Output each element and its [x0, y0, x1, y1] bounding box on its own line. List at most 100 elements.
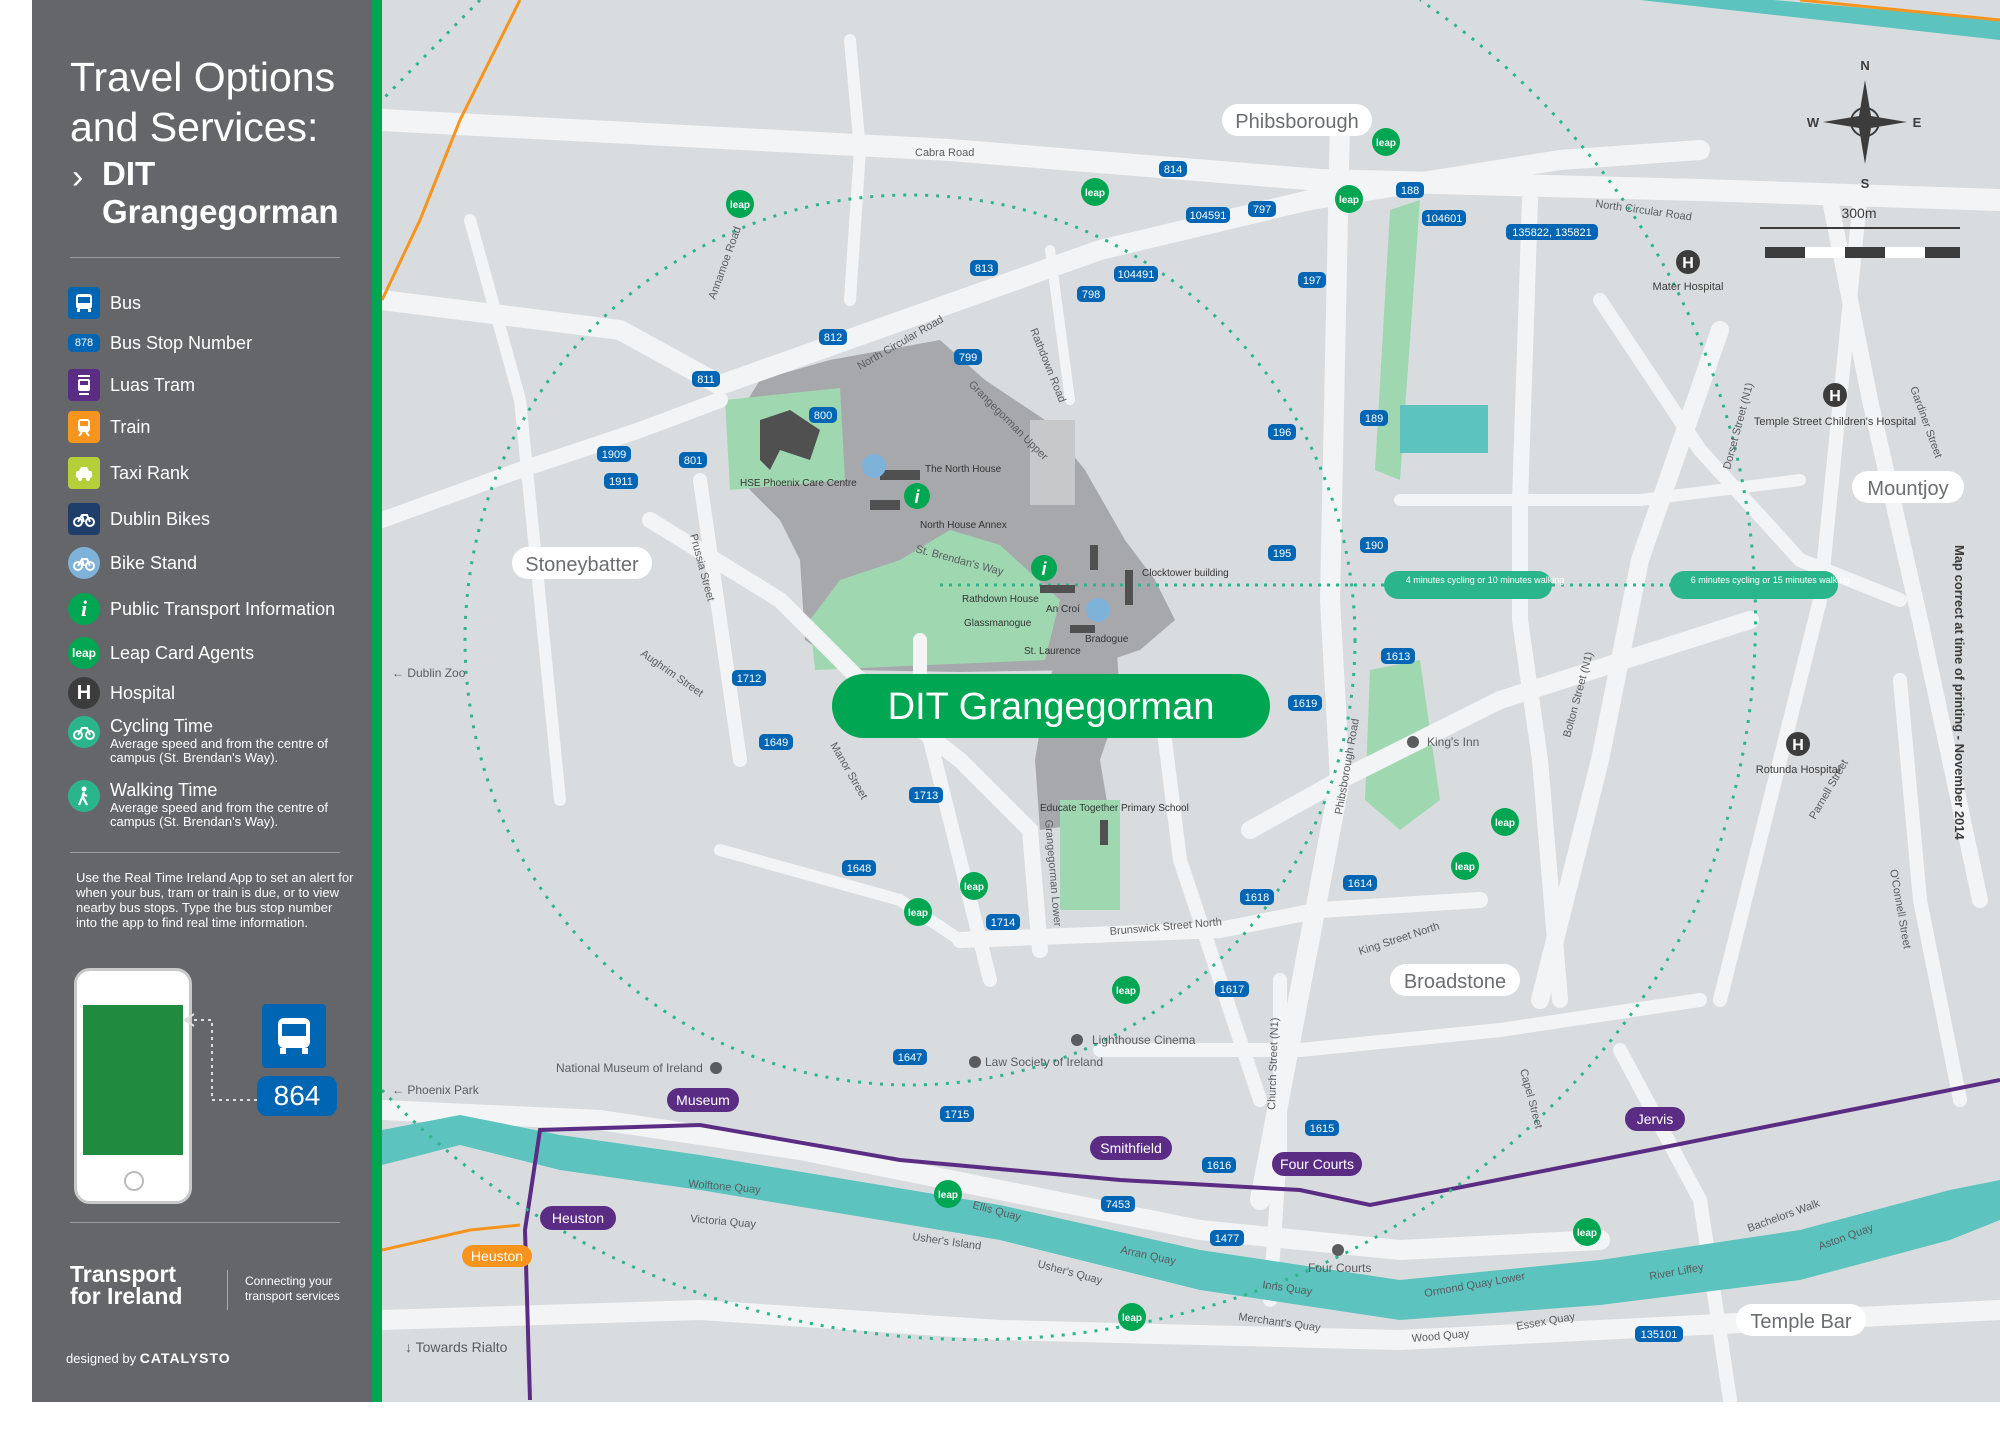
bus-stop[interactable]: 197 [1298, 272, 1326, 288]
place-label: Bradogue [1085, 634, 1129, 645]
bus-stop[interactable]: 813 [970, 260, 998, 276]
title-line-2: and Services: [70, 104, 319, 150]
bike-stand-icon [862, 454, 886, 478]
leap-icon: leap [1339, 195, 1359, 206]
legend-label: Bus Stop Number [110, 332, 253, 353]
compass-e: E [1913, 115, 1922, 130]
bus-stop[interactable]: 800 [809, 407, 837, 423]
bus-stop-number: 190 [1365, 540, 1383, 552]
bus-icon [68, 287, 100, 319]
bus-stop-number: 1614 [1348, 878, 1372, 890]
map[interactable]: DIT Grangegorman Phibsborough Stoneybatt… [382, 0, 2000, 1402]
dublin-bikes-icon [68, 503, 100, 535]
bus-stop[interactable]: 1715 [940, 1106, 974, 1122]
bus-stop-number: 1649 [764, 737, 788, 749]
leap-icon: leap [730, 200, 750, 211]
bus-stop-number: 195 [1273, 548, 1291, 560]
bus-stop[interactable]: 195 [1268, 545, 1296, 561]
chevron-right-icon: › [72, 158, 84, 196]
designer-name: CATALYSTO [139, 1350, 231, 1366]
bus-stop[interactable]: 1619 [1288, 695, 1322, 711]
bus-stop[interactable]: 1613 [1381, 648, 1415, 664]
leap-icon: leap [1495, 818, 1515, 829]
subtitle-line-2: Grangegorman [102, 193, 339, 230]
bus-stop[interactable]: 797 [1248, 201, 1276, 217]
bus-stop-number: 1712 [737, 673, 761, 685]
bus-icon [262, 1004, 326, 1068]
app-info-text: Use the Real Time Ireland App to set an … [76, 870, 354, 930]
bus-stop-number: 189 [1365, 413, 1383, 425]
bus-stop[interactable]: 814 [1159, 161, 1187, 177]
bus-stop[interactable]: 1909 [597, 446, 631, 462]
map-canvas[interactable]: DIT Grangegorman Phibsborough Stoneybatt… [382, 0, 2000, 1402]
bus-stop-number: 798 [1082, 289, 1100, 301]
bus-stop[interactable]: 1649 [759, 734, 793, 750]
direction-dublin-zoo: ← Dublin Zoo [392, 666, 466, 680]
tfi-tagline: Connecting your transport services [245, 1274, 340, 1303]
bus-stop[interactable]: 1712 [732, 670, 766, 686]
bus-stop[interactable]: 812 [819, 329, 847, 345]
train-icon [68, 411, 100, 443]
bus-stop[interactable]: 798 [1077, 286, 1105, 302]
bus-stop[interactable]: 801 [679, 452, 707, 468]
bus-stop-number: 799 [959, 352, 977, 364]
leap-icon: leap [1116, 986, 1136, 997]
bus-stop[interactable]: 1618 [1240, 889, 1274, 905]
bus-stop[interactable]: 1616 [1202, 1157, 1236, 1173]
bus-stop[interactable]: 7453 [1101, 1196, 1135, 1212]
place-label: HSE Phoenix Care Centre [740, 478, 857, 489]
legend-leap: leap Leap Card Agents [68, 636, 254, 670]
designed-by: designed by CATALYSTO [66, 1350, 231, 1366]
bus-stop[interactable]: 188 [1396, 182, 1424, 198]
bus-stop[interactable]: 104591 [1186, 207, 1230, 223]
bus-stop-number: 1613 [1386, 651, 1410, 663]
hospital-label: Mater Hospital [1653, 281, 1724, 293]
bus-stop[interactable]: 104491 [1114, 266, 1158, 282]
bus-stop-number: 1648 [847, 863, 871, 875]
divider [70, 1222, 340, 1223]
bus-stop[interactable]: 1713 [909, 787, 943, 803]
bus-stop-number: 104591 [1190, 210, 1227, 222]
bus-stop[interactable]: 799 [954, 349, 982, 365]
sidebar-subtitle: DIT Grangegorman [102, 155, 339, 231]
bus-stop-number: 797 [1253, 204, 1271, 216]
leap-icon: leap [964, 882, 984, 893]
bus-stop-number: 1617 [1220, 984, 1244, 996]
phone-illustration [74, 968, 192, 1204]
hospital-label: Temple Street Children's Hospital [1754, 416, 1916, 428]
bus-stop[interactable]: 1714 [986, 914, 1020, 930]
bus-stop[interactable]: 1477 [1210, 1230, 1244, 1246]
bus-stop[interactable]: 135822, 135821 [1506, 224, 1598, 240]
north-house-block [1030, 420, 1075, 505]
bus-stop[interactable]: 104601 [1422, 210, 1466, 226]
bus-stop[interactable]: 1614 [1343, 875, 1377, 891]
luas-stop-smithfield: Smithfield [1100, 1140, 1161, 1156]
bus-stop[interactable]: 1911 [604, 473, 638, 489]
leap-icon: leap [1376, 138, 1396, 149]
legend-label: Cycling Time [110, 716, 214, 736]
bus-stop-number: 1615 [1310, 1123, 1334, 1135]
hospital-icon: H [68, 677, 100, 709]
bus-stop[interactable]: 1647 [893, 1049, 927, 1065]
bus-stop[interactable]: 135101 [1635, 1326, 1683, 1342]
bus-stop[interactable]: 189 [1360, 410, 1388, 426]
scale-label: 300m [1841, 205, 1876, 221]
tfi-line-2: for Ireland [70, 1283, 183, 1309]
bus-stop-number: 801 [684, 455, 702, 467]
bus-stop-number: 135822, 135821 [1512, 227, 1592, 239]
landmark-label: Law Society of Ireland [985, 1055, 1103, 1069]
bus-stop[interactable]: 1617 [1215, 981, 1249, 997]
bus-stop[interactable]: 1648 [842, 860, 876, 876]
bus-stop[interactable]: 1615 [1305, 1120, 1339, 1136]
leap-icon: leap [1085, 188, 1105, 199]
legend-label: Dublin Bikes [110, 508, 211, 529]
bus-stop[interactable]: 196 [1268, 424, 1296, 440]
legend-label: Bike Stand [110, 552, 198, 573]
bus-stop[interactable]: 811 [692, 371, 720, 387]
direction-rialto: ↓ Towards Rialto [405, 1339, 508, 1355]
subtitle-line-1: DIT [102, 155, 156, 192]
tfi-line-1: Transport [70, 1261, 177, 1287]
place-label: North House Annex [920, 520, 1007, 531]
legend-hospital: H Hospital [68, 676, 175, 710]
bus-stop[interactable]: 190 [1360, 537, 1388, 553]
